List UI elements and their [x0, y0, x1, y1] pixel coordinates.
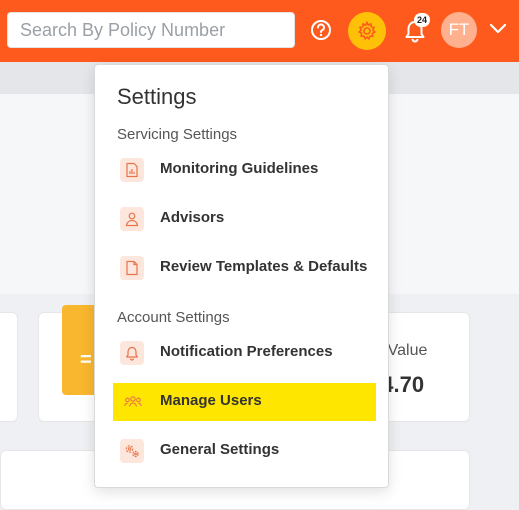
- document-icon: [120, 256, 144, 280]
- policy-search-input[interactable]: Search By Policy Number: [7, 12, 295, 48]
- menu-item-label: Monitoring Guidelines: [160, 160, 319, 177]
- chevron-down-icon[interactable]: [489, 22, 507, 36]
- chart-document-icon: [120, 158, 144, 182]
- gears-icon: [120, 439, 144, 463]
- question-circle-icon[interactable]: [308, 17, 334, 43]
- account-settings-heading: Account Settings: [117, 309, 230, 326]
- menu-item-general-settings[interactable]: General Settings: [113, 432, 376, 470]
- summary-card: [0, 312, 18, 422]
- top-bar: Search By Policy Number 24 FT: [0, 0, 519, 62]
- users-icon: [120, 390, 144, 414]
- menu-item-label: Advisors: [160, 209, 225, 226]
- bell-icon: [120, 341, 144, 365]
- menu-item-label: Manage Users: [160, 392, 262, 409]
- tile-glyph: =: [80, 349, 92, 371]
- search-placeholder: Search By Policy Number: [20, 20, 226, 40]
- notification-count-badge: 24: [414, 13, 431, 27]
- gear-icon: [357, 21, 377, 41]
- settings-dropdown: Settings Servicing Settings Monitoring G…: [94, 64, 389, 488]
- advisor-icon: [120, 207, 144, 231]
- menu-item-notification-preferences[interactable]: Notification Preferences: [113, 334, 376, 372]
- menu-item-advisors[interactable]: Advisors: [113, 200, 376, 238]
- menu-item-manage-users[interactable]: Manage Users: [113, 383, 376, 421]
- servicing-settings-heading: Servicing Settings: [117, 126, 238, 143]
- menu-item-label: General Settings: [160, 441, 280, 458]
- menu-item-review-templates[interactable]: Review Templates & Defaults: [113, 249, 376, 287]
- settings-button[interactable]: [348, 12, 386, 50]
- menu-item-label: Review Templates & Defaults: [160, 258, 368, 275]
- settings-title: Settings: [117, 84, 197, 109]
- menu-item-label: Notification Preferences: [160, 343, 333, 360]
- avatar[interactable]: FT: [441, 12, 477, 48]
- menu-item-monitoring-guidelines[interactable]: Monitoring Guidelines: [113, 151, 376, 189]
